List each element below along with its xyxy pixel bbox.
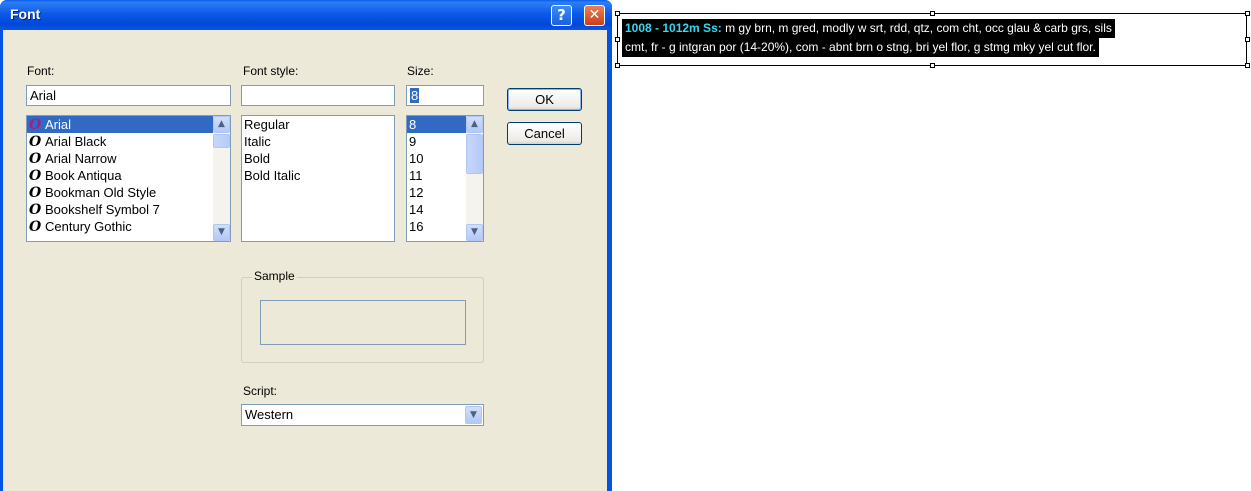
opentype-font-icon: O (29, 185, 42, 201)
scroll-down-icon[interactable]: ▼ (466, 224, 483, 241)
annotation-text: 1008 - 1012m Ss: m gy brn, m gred, modly… (622, 19, 1115, 57)
opentype-font-icon: O (29, 117, 42, 133)
list-item-label: 14 (409, 202, 424, 217)
list-item[interactable]: O Bookman Old Style (27, 184, 230, 201)
dialog-client-area: Font: Arial O Arial O Arial Black O Arial Nar… (3, 30, 607, 491)
resize-handle[interactable] (1245, 37, 1250, 42)
resize-handle[interactable] (1245, 63, 1250, 68)
annotation-header: 1008 - 1012m Ss: (625, 21, 722, 35)
font-style-list[interactable]: Regular Italic Bold Bold Italic (241, 115, 395, 242)
scroll-up-icon[interactable]: ▲ (213, 116, 230, 133)
sample-preview (260, 300, 466, 345)
annotation-line-1-text: m gy brn, m gred, modly w srt, rdd, qtz,… (721, 21, 1112, 35)
question-icon: ? (557, 6, 566, 24)
resize-handle[interactable] (615, 63, 620, 68)
opentype-font-icon: O (29, 202, 42, 218)
cancel-button[interactable]: Cancel (507, 122, 582, 145)
list-item-label: 8 (409, 117, 417, 132)
list-item-label: Italic (244, 134, 271, 149)
list-item[interactable]: Bold (242, 150, 394, 167)
close-icon: ✕ (588, 7, 601, 23)
script-select[interactable]: Western ▼ (241, 404, 484, 426)
list-item-label: 12 (409, 185, 424, 200)
list-item-label: 10 (409, 151, 424, 166)
list-item[interactable]: Bold Italic (242, 167, 394, 184)
resize-handle[interactable] (1245, 11, 1250, 16)
dialog-title: Font (10, 6, 41, 22)
title-bar[interactable]: Font ? ✕ (0, 0, 612, 30)
list-item-label: Regular (244, 117, 290, 132)
font-list[interactable]: O Arial O Arial Black O Arial Narrow O Book Ant… (26, 115, 231, 242)
list-item-label: Arial (45, 117, 72, 132)
scroll-up-icon[interactable]: ▲ (466, 116, 483, 133)
size-list[interactable]: 8 9 10 11 12 14 16 ▲ ▼ (406, 115, 484, 242)
script-label: Script: (243, 384, 278, 398)
resize-handle[interactable] (615, 11, 620, 16)
size-input-value: 8 (410, 88, 420, 103)
list-item-label: Bold Italic (244, 168, 301, 183)
size-list-scrollbar[interactable]: ▲ ▼ (466, 116, 483, 241)
opentype-font-icon: O (29, 168, 42, 184)
list-item[interactable]: O Century Gothic (27, 218, 230, 235)
list-item[interactable]: O Arial Narrow (27, 150, 230, 167)
list-item-label: 11 (409, 168, 423, 183)
chevron-down-icon[interactable]: ▼ (465, 406, 482, 424)
scroll-thumb[interactable] (466, 134, 483, 174)
list-item-label: 16 (409, 219, 424, 234)
script-value: Western (245, 407, 294, 422)
sample-group: Sample (241, 269, 484, 363)
list-item-label: Bookman Old Style (45, 185, 157, 200)
scroll-thumb[interactable] (213, 134, 230, 148)
resize-handle[interactable] (930, 11, 935, 16)
size-input[interactable]: 8 (406, 85, 484, 106)
list-item[interactable]: Regular (242, 116, 394, 133)
list-item-label: Arial Narrow (45, 151, 117, 166)
resize-handle[interactable] (930, 63, 935, 68)
list-item[interactable]: Italic (242, 133, 394, 150)
opentype-font-icon: O (29, 134, 42, 150)
list-item-label: 9 (409, 134, 417, 149)
size-label: Size: (407, 64, 434, 78)
annotation-line-2: cmt, fr - g intgran por (14-20%), com - … (622, 38, 1099, 57)
sample-label: Sample (252, 269, 297, 283)
list-item[interactable]: O Book Antiqua (27, 167, 230, 184)
list-item-label: Bold (244, 151, 271, 166)
close-button[interactable]: ✕ (584, 5, 605, 26)
help-button[interactable]: ? (551, 5, 572, 26)
list-item-label: Century Gothic (45, 219, 132, 234)
opentype-font-icon: O (29, 151, 42, 167)
ok-button[interactable]: OK (507, 88, 582, 111)
font-list-scrollbar[interactable]: ▲ ▼ (213, 116, 230, 241)
list-item[interactable]: O Bookshelf Symbol 7 (27, 201, 230, 218)
list-item[interactable]: O Arial Black (27, 133, 230, 150)
font-name-input[interactable]: Arial (26, 85, 231, 106)
font-label: Font: (27, 64, 55, 78)
list-item-label: Book Antiqua (45, 168, 122, 183)
list-item-label: Arial Black (45, 134, 107, 149)
annotation-line-1: 1008 - 1012m Ss: m gy brn, m gred, modly… (622, 19, 1115, 38)
font-dialog: Font ? ✕ Font: Arial O Arial O Arial Black O… (0, 0, 612, 491)
font-style-input[interactable] (241, 85, 395, 106)
resize-handle[interactable] (615, 37, 620, 42)
font-style-label: Font style: (243, 64, 299, 78)
scroll-down-icon[interactable]: ▼ (213, 224, 230, 241)
list-item-label: Bookshelf Symbol 7 (45, 202, 160, 217)
opentype-font-icon: O (29, 219, 42, 235)
log-annotation-textbox[interactable]: 1008 - 1012m Ss: m gy brn, m gred, modly… (617, 13, 1247, 66)
list-item[interactable]: O Arial (27, 116, 230, 133)
